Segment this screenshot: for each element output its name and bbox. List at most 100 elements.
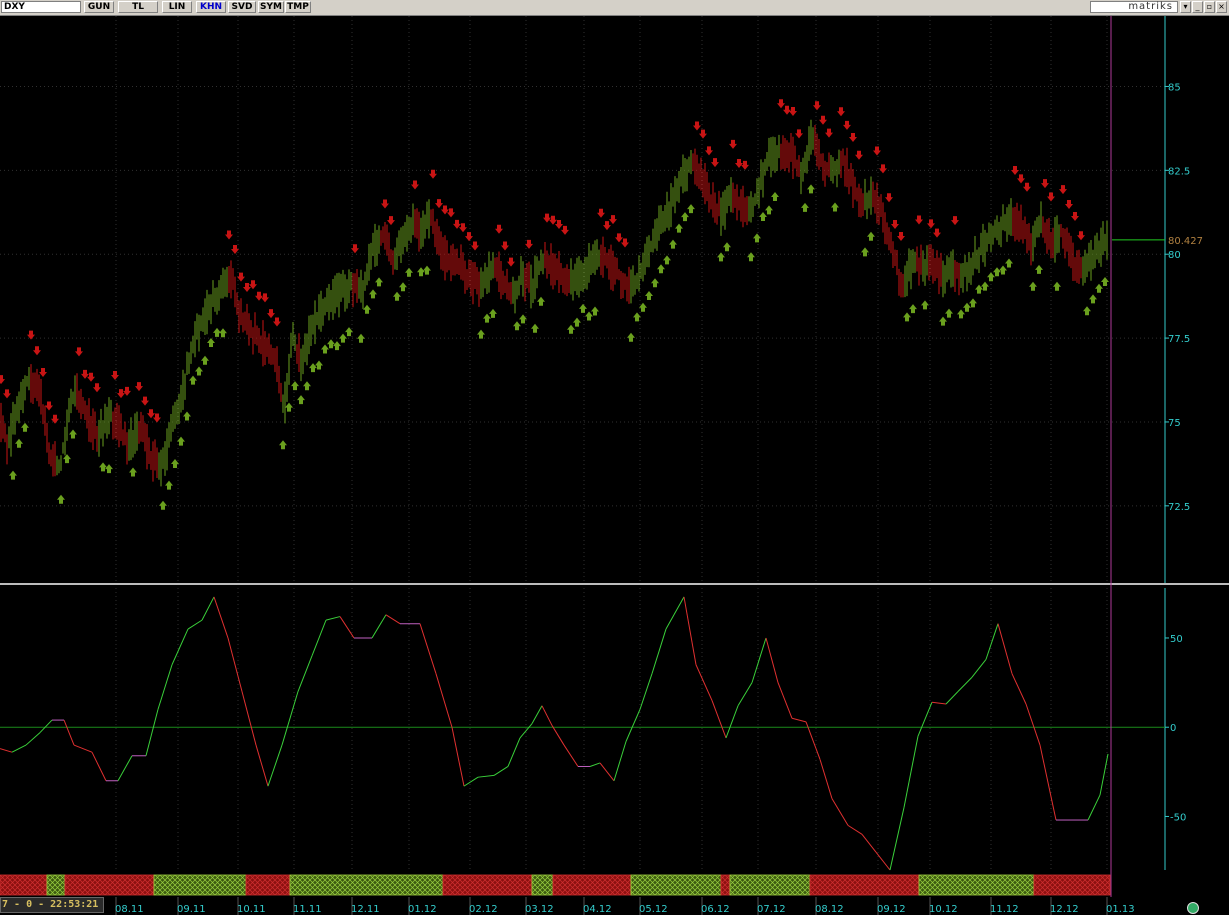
sell-arrow-icon (465, 232, 473, 242)
sell-arrow-icon (849, 132, 857, 142)
sell-arrow-icon (435, 199, 443, 209)
buy-arrow-icon (189, 375, 197, 385)
buy-arrow-icon (219, 328, 227, 338)
sell-arrow-icon (729, 139, 737, 149)
buy-arrow-icon (753, 233, 761, 243)
sell-arrow-icon (951, 216, 959, 226)
price-tick-label: 80 (1168, 250, 1181, 261)
time-axis-label: 11.11 (293, 904, 322, 915)
price-tick-label: 85 (1168, 82, 1181, 93)
sell-arrow-icon (933, 228, 941, 238)
sell-arrow-icon (735, 159, 743, 169)
buy-arrow-icon (747, 252, 755, 262)
oscillator-segment (831, 798, 849, 826)
oscillator-segment (861, 833, 877, 853)
buy-arrow-icon (279, 440, 287, 450)
buy-arrow-icon (57, 494, 65, 504)
sell-arrow-icon (897, 231, 905, 241)
buy-arrow-icon (297, 395, 305, 405)
buy-arrow-icon (285, 402, 293, 412)
oscillator-segment (625, 709, 641, 742)
oscillator-segment (145, 709, 159, 756)
oscillator-line (0, 596, 1109, 871)
buy-arrow-icon (945, 308, 953, 318)
sell-arrow-icon (1041, 179, 1049, 189)
oscillator-segment (419, 623, 437, 674)
sell-arrow-icon (1071, 212, 1079, 222)
sell-arrow-icon (711, 158, 719, 168)
sell-arrow-icon (153, 413, 161, 423)
buy-arrow-icon (363, 304, 371, 314)
buy-arrow-icon (375, 277, 383, 287)
buy-arrow-icon (1101, 276, 1109, 286)
oscillator-segment (613, 741, 627, 781)
buy-arrow-icon (357, 333, 365, 343)
buy-arrow-icon (69, 429, 77, 439)
sell-arrow-icon (609, 215, 617, 225)
buy-arrow-icon (645, 291, 653, 301)
time-axis-label: 11.12 (990, 904, 1019, 915)
oscillator-segment (945, 691, 959, 705)
time-axis-label: 03.12 (525, 904, 554, 915)
buy-arrow-icon (537, 296, 545, 306)
buy-arrow-icon (909, 304, 917, 314)
signal-segment-up (531, 874, 554, 896)
oscillator-segment (171, 628, 189, 665)
sell-arrow-icon (1017, 174, 1025, 184)
oscillator-segment (1011, 673, 1027, 705)
buy-arrow-icon (207, 337, 215, 347)
buy-arrow-icon (129, 467, 137, 477)
buy-arrow-icon (405, 267, 413, 277)
signal-segment-down (1033, 874, 1111, 896)
sell-arrow-icon (411, 180, 419, 190)
oscillator-segment (117, 755, 133, 782)
buy-arrow-icon (333, 341, 341, 351)
buy-arrow-icon (861, 247, 869, 257)
buy-arrow-icon (1089, 294, 1097, 304)
sell-arrow-icon (387, 216, 395, 226)
sell-arrow-icon (855, 150, 863, 160)
buy-arrow-icon (291, 381, 299, 391)
buy-arrow-icon (807, 184, 815, 194)
sell-arrow-icon (381, 199, 389, 209)
sell-arrow-icon (561, 225, 569, 235)
signal-segment-down (720, 874, 731, 896)
oscillator-segment (39, 719, 53, 733)
signal-segment-down (245, 874, 291, 896)
sell-arrow-icon (495, 224, 503, 234)
sell-arrow-icon (699, 129, 707, 139)
oscillator-segment (451, 727, 465, 787)
sell-arrow-icon (273, 317, 281, 327)
buy-arrow-icon (723, 242, 731, 252)
buy-arrow-icon (519, 314, 527, 324)
sell-arrow-icon (141, 396, 149, 406)
sell-arrow-icon (1065, 199, 1073, 209)
oscillator-segment (791, 717, 807, 723)
oscillator-segment (157, 664, 173, 710)
time-axis-label: 10.11 (237, 904, 266, 915)
oscillator-segment (985, 623, 999, 660)
oscillator-segment (819, 759, 833, 799)
buy-arrow-icon (681, 212, 689, 222)
oscillator-segment (931, 701, 947, 705)
oscillator-tick-label: 50 (1170, 634, 1183, 645)
buy-arrow-icon (9, 470, 17, 480)
buy-arrow-icon (771, 192, 779, 202)
sell-arrow-icon (879, 164, 887, 174)
oscillator-segment (651, 628, 667, 674)
oscillator-segment (73, 744, 93, 753)
connection-status-icon (1187, 902, 1199, 914)
sell-arrow-icon (135, 382, 143, 392)
oscillator-segment (665, 596, 685, 630)
sell-arrow-icon (783, 105, 791, 115)
buy-arrow-icon (957, 309, 965, 319)
chart-area[interactable]: 85 82.5 80 77.5 75 72.5 80.427 50 0 -50 08.11 09… (0, 0, 1229, 915)
signal-segment-down (64, 874, 155, 896)
oscillator-segment (683, 596, 697, 665)
sell-arrow-icon (123, 386, 131, 396)
buy-arrow-icon (489, 308, 497, 318)
sell-arrow-icon (429, 169, 437, 179)
oscillator-segment (957, 676, 973, 692)
oscillator-segment (711, 700, 727, 739)
sell-arrow-icon (597, 208, 605, 218)
